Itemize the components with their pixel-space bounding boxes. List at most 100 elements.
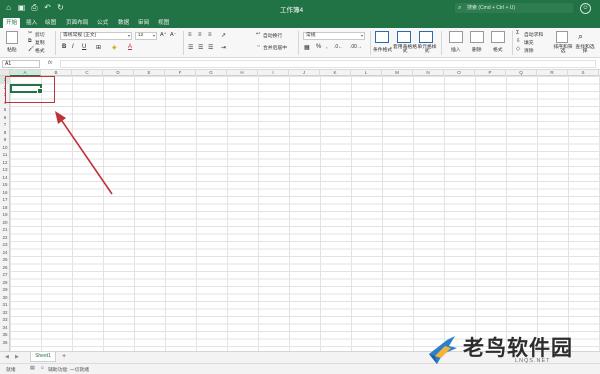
column-header-o[interactable]: O: [444, 70, 475, 76]
print-icon[interactable]: ⎙: [30, 3, 39, 12]
macro-record-icon[interactable]: ▤: [30, 366, 35, 371]
indent-icon[interactable]: ⇥: [221, 44, 226, 51]
column-header-g[interactable]: G: [196, 70, 227, 76]
search-icon[interactable]: ⌕: [578, 31, 583, 42]
tab-page-layout[interactable]: 页面布局: [66, 18, 88, 28]
paste-button[interactable]: 粘贴: [7, 46, 17, 53]
cut-button[interactable]: 剪切: [35, 31, 45, 38]
fill-color-icon[interactable]: ◈: [112, 44, 117, 51]
row-header-8[interactable]: 8: [0, 129, 10, 137]
column-header-h[interactable]: H: [227, 70, 258, 76]
row-header-9[interactable]: 9: [0, 136, 10, 144]
row-header-19[interactable]: 19: [0, 211, 10, 219]
percent-icon[interactable]: %: [316, 44, 321, 50]
row-header-35[interactable]: 35: [0, 331, 10, 339]
row-header-7[interactable]: 7: [0, 121, 10, 129]
row-header-16[interactable]: 16: [0, 189, 10, 197]
tab-formulas[interactable]: 公式: [97, 18, 108, 28]
clear-button[interactable]: 清除: [524, 47, 534, 54]
paste-icon[interactable]: [6, 31, 18, 44]
insert-cells-icon[interactable]: [449, 31, 463, 43]
autosum-button[interactable]: 自动求和: [524, 31, 543, 38]
column-header-m[interactable]: M: [382, 70, 413, 76]
sort-filter-button[interactable]: 排序和筛选: [553, 45, 573, 54]
comma-style-icon[interactable]: ,: [326, 44, 328, 50]
column-header-j[interactable]: J: [289, 70, 320, 76]
align-left-icon[interactable]: ☰: [188, 44, 193, 51]
row-header-12[interactable]: 12: [0, 159, 10, 167]
row-header-20[interactable]: 20: [0, 219, 10, 227]
accessibility-status[interactable]: 辅助功能: 一切就绪: [48, 366, 89, 373]
row-header-24[interactable]: 24: [0, 249, 10, 257]
row-header-23[interactable]: 23: [0, 241, 10, 249]
conditional-format-button[interactable]: 条件格式: [373, 46, 392, 53]
conditional-format-icon[interactable]: [375, 31, 389, 43]
formula-input[interactable]: [60, 60, 596, 68]
redo-icon[interactable]: ↻: [56, 3, 65, 12]
column-header-c[interactable]: C: [72, 70, 103, 76]
row-header-26[interactable]: 26: [0, 264, 10, 272]
column-header-f[interactable]: F: [165, 70, 196, 76]
column-header-d[interactable]: D: [103, 70, 134, 76]
font-color-icon[interactable]: A: [128, 44, 132, 50]
tab-insert[interactable]: 插入: [26, 18, 37, 28]
grow-font-icon[interactable]: A⁺: [160, 32, 167, 38]
align-middle-icon[interactable]: ≡: [198, 32, 202, 38]
sort-filter-icon[interactable]: [556, 31, 568, 43]
tab-draw[interactable]: 绘图: [45, 18, 56, 28]
tab-view[interactable]: 视图: [158, 18, 169, 28]
row-header-33[interactable]: 33: [0, 316, 10, 324]
add-sheet-button[interactable]: +: [62, 353, 66, 361]
column-header-s[interactable]: S: [568, 70, 599, 76]
delete-cells-button[interactable]: 删除: [472, 46, 482, 53]
decrease-decimal-icon[interactable]: .00→: [350, 44, 362, 50]
align-right-icon[interactable]: ☰: [208, 44, 213, 51]
underline-button[interactable]: U: [82, 44, 86, 50]
undo-icon[interactable]: ↶: [43, 3, 52, 12]
row-header-21[interactable]: 21: [0, 226, 10, 234]
row-header-17[interactable]: 17: [0, 196, 10, 204]
increase-decimal-icon[interactable]: .0←: [334, 44, 343, 50]
italic-button[interactable]: I: [72, 44, 74, 50]
row-header-27[interactable]: 27: [0, 271, 10, 279]
find-select-button[interactable]: 查找和选择: [575, 45, 595, 54]
cell-styles-icon[interactable]: [419, 31, 433, 43]
prev-sheet-icon[interactable]: ◀: [5, 354, 9, 360]
format-as-table-icon[interactable]: [397, 31, 411, 43]
row-header-10[interactable]: 10: [0, 144, 10, 152]
bold-button[interactable]: B: [62, 44, 66, 50]
row-header-6[interactable]: 6: [0, 114, 10, 122]
format-painter-button[interactable]: 格式: [35, 47, 45, 54]
row-header-29[interactable]: 29: [0, 286, 10, 294]
home-icon[interactable]: ⌂: [4, 3, 13, 12]
shrink-font-icon[interactable]: A⁻: [170, 32, 177, 38]
tab-home[interactable]: 开始: [3, 18, 21, 28]
column-header-k[interactable]: K: [320, 70, 351, 76]
insert-cells-button[interactable]: 插入: [451, 46, 461, 53]
row-header-32[interactable]: 32: [0, 309, 10, 317]
search-box[interactable]: ⌕ 搜索 (Cmd + Ctrl + U): [455, 3, 573, 13]
row-header-36[interactable]: 36: [0, 339, 10, 347]
tab-review[interactable]: 审阅: [138, 18, 149, 28]
row-header-22[interactable]: 22: [0, 234, 10, 242]
account-icon[interactable]: ☺: [580, 3, 591, 14]
column-header-i[interactable]: I: [258, 70, 289, 76]
delete-cells-icon[interactable]: [470, 31, 484, 43]
column-header-l[interactable]: L: [351, 70, 382, 76]
orientation-icon[interactable]: ↗: [221, 32, 226, 39]
worksheet-grid[interactable]: ABCDEFGHIJKLMNOPQRS 1 2 3 4 5 6 7 8 9 10 11 12 13 14 1…: [0, 70, 600, 351]
accounting-format-icon[interactable]: ▦: [304, 44, 310, 51]
align-top-icon[interactable]: ≡: [188, 32, 192, 38]
save-icon[interactable]: ▣: [17, 3, 26, 12]
row-header-18[interactable]: 18: [0, 204, 10, 212]
font-size-select[interactable]: 12 ▾: [135, 32, 157, 40]
next-sheet-icon[interactable]: ▶: [15, 354, 19, 360]
column-header-r[interactable]: R: [537, 70, 568, 76]
wrap-text-button[interactable]: 自动换行: [263, 32, 282, 39]
align-center-icon[interactable]: ☰: [198, 44, 203, 51]
cell-styles-button[interactable]: 单元格样式: [416, 45, 438, 54]
row-header-34[interactable]: 34: [0, 324, 10, 332]
column-header-e[interactable]: E: [134, 70, 165, 76]
column-header-p[interactable]: P: [475, 70, 506, 76]
column-header-q[interactable]: Q: [506, 70, 537, 76]
